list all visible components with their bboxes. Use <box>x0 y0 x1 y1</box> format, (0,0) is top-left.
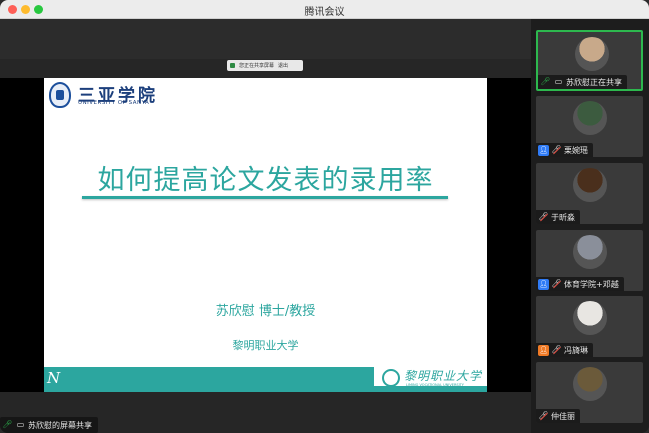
share-status-text: 您正在共享屏幕 <box>239 63 275 69</box>
liming-logo-en: LIMING VOCATIONAL UNIVERSITY <box>406 383 464 387</box>
window-title: 腾讯会议 <box>304 7 345 18</box>
user-badge-icon: 👤︎ <box>538 144 549 156</box>
participant-name: 体育学院+邓越 <box>564 279 619 289</box>
mic-muted-icon: 🎤︎ <box>551 279 562 288</box>
slide-title: 如何提高论文发表的录用率 <box>97 165 434 196</box>
avatar <box>575 37 609 71</box>
participant-name: 冯旖琳 <box>564 345 588 355</box>
participant-tile[interactable]: 🎤︎ ▭ 苏欣慰正在共享 <box>536 30 643 91</box>
main-stage-area: 您正在共享屏幕 退出 三亚学院 UNIVERSITY OF SANYA 如何提高… <box>0 19 531 433</box>
avatar <box>573 235 607 269</box>
mic-muted-icon: 🎤︎ <box>551 145 562 154</box>
institution-name: 黎明职业大学 <box>232 339 299 352</box>
participant-label: 🎤︎ 仲佳丽 <box>536 409 580 423</box>
liming-logo-icon <box>382 369 400 387</box>
participant-label: 👤︎ 🎤︎ 栗婉瑶 <box>536 143 593 157</box>
participant-tile[interactable]: 🎤︎ 于昕淼 <box>536 163 643 224</box>
mic-muted-icon: 🎤︎ <box>538 212 549 221</box>
avatar <box>573 101 607 135</box>
participant-tile[interactable]: 👤︎ 🎤︎ 体育学院+邓越 <box>536 230 643 291</box>
title-underline <box>82 196 448 199</box>
participant-name: 仲佳丽 <box>551 411 575 421</box>
participant-name: 栗婉瑶 <box>564 145 588 155</box>
participant-gallery[interactable]: 🎤︎ ▭ 苏欣慰正在共享 👤︎ 🎤︎ 栗婉瑶 🎤︎ 于昕淼 👤︎ 🎤︎ 体育学院+邓越 👤︎ 🎤︎ 冯旖琳… <box>531 19 649 433</box>
participant-tile[interactable]: 👤︎ 🎤︎ 冯旖琳 <box>536 296 643 357</box>
participant-label: 🎤︎ ▭ 苏欣慰正在共享 <box>538 75 627 89</box>
participant-name: 苏欣慰正在共享 <box>566 77 622 87</box>
footer-letter: N <box>47 369 61 387</box>
mic-muted-icon: 🎤︎ <box>538 411 549 420</box>
mic-muted-icon: 🎤︎ <box>551 345 562 354</box>
screen-share-owner-text: 苏欣慰的屏幕共享 <box>28 420 92 430</box>
participant-label: 🎤︎ 于昕淼 <box>536 210 580 224</box>
participant-tile[interactable]: 🎤︎ 仲佳丽 <box>536 362 643 423</box>
mic-on-icon: 🎤︎ <box>540 77 551 86</box>
title-bar: 腾讯会议 <box>0 0 649 19</box>
university-name-en: UNIVERSITY OF SANYA <box>78 100 150 106</box>
avatar <box>573 168 607 202</box>
university-crest-icon <box>49 82 71 108</box>
participant-label: 👤︎ 🎤︎ 体育学院+邓越 <box>536 277 624 291</box>
avatar <box>573 301 607 335</box>
screen-share-indicator[interactable]: 您正在共享屏幕 退出 <box>227 60 303 71</box>
participant-name: 于昕淼 <box>551 212 575 222</box>
liming-logo-text: 黎明职业大学 <box>404 369 483 383</box>
share-status-icon <box>230 63 235 68</box>
mic-on-icon: 🎤︎ <box>2 420 13 429</box>
top-band <box>0 19 531 59</box>
presenter-name: 苏欣慰 博士/教授 <box>215 304 316 319</box>
user-badge-icon: 👤︎ <box>538 344 549 356</box>
meeting-window: 腾讯会议 您正在共享屏幕 退出 三亚学院 UNIVERSITY OF SANYA… <box>0 0 649 433</box>
share-exit-link[interactable]: 退出 <box>278 62 288 69</box>
screen-share-owner-label: 🎤︎ ▭ 苏欣慰的屏幕共享 <box>0 417 98 433</box>
shared-screen: 三亚学院 UNIVERSITY OF SANYA 如何提高论文发表的录用率 苏欣… <box>0 78 531 392</box>
presentation-slide: 三亚学院 UNIVERSITY OF SANYA 如何提高论文发表的录用率 苏欣… <box>44 78 487 392</box>
participant-tile[interactable]: 👤︎ 🎤︎ 栗婉瑶 <box>536 96 643 157</box>
user-badge-icon: 👤︎ <box>538 278 549 290</box>
participant-label: 👤︎ 🎤︎ 冯旖琳 <box>536 343 593 357</box>
screen-share-icon: ▭ <box>554 77 563 86</box>
avatar <box>573 367 607 401</box>
screen-share-icon: ▭ <box>16 420 25 429</box>
